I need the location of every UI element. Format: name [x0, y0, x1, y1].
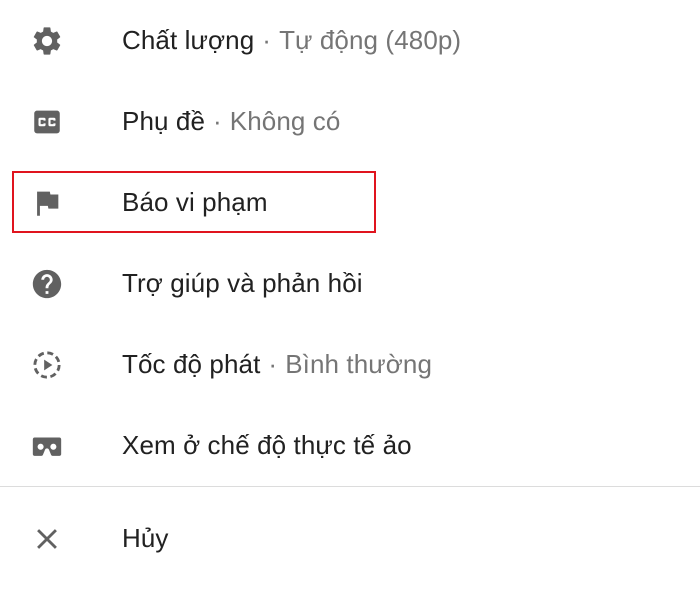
menu-item-label: Tốc độ phát · Bình thường	[122, 349, 433, 379]
help-icon	[30, 267, 64, 301]
playback-speed-icon	[30, 348, 64, 382]
vr-headset-icon	[30, 429, 64, 463]
menu-item-label: Báo vi phạm	[122, 187, 268, 217]
menu-item-vr-mode[interactable]: Xem ở chế độ thực tế ảo	[0, 405, 700, 486]
menu-divider	[0, 486, 700, 487]
menu-item-label: Chất lượng · Tự động (480p)	[122, 25, 462, 55]
menu-item-label: Xem ở chế độ thực tế ảo	[122, 430, 412, 460]
separator-dot: ·	[262, 25, 272, 55]
menu-item-quality[interactable]: Chất lượng · Tự động (480p)	[0, 0, 700, 81]
separator-dot: ·	[268, 349, 278, 379]
menu-item-report[interactable]: Báo vi phạm	[0, 162, 700, 243]
menu-item-subtitles[interactable]: Phụ đề · Không có	[0, 81, 700, 162]
separator-dot: ·	[213, 106, 222, 136]
menu-item-playback-speed[interactable]: Tốc độ phát · Bình thường	[0, 324, 700, 405]
cancel-button[interactable]: Hủy	[0, 498, 700, 579]
menu-item-label: Trợ giúp và phản hồi	[122, 268, 363, 298]
menu-item-value: Bình thường	[285, 349, 433, 379]
settings-menu: Chất lượng · Tự động (480p) Phụ đề · Không c…	[0, 0, 700, 593]
cancel-label: Hủy	[122, 523, 169, 553]
closed-captions-icon	[30, 105, 64, 139]
menu-item-value: Tự động (480p)	[279, 25, 462, 55]
menu-item-label: Phụ đề · Không có	[122, 106, 341, 136]
menu-item-value: Không có	[229, 106, 341, 136]
flag-icon	[30, 186, 64, 220]
close-icon	[30, 522, 64, 556]
menu-item-help-feedback[interactable]: Trợ giúp và phản hồi	[0, 243, 700, 324]
gear-icon	[30, 24, 64, 58]
